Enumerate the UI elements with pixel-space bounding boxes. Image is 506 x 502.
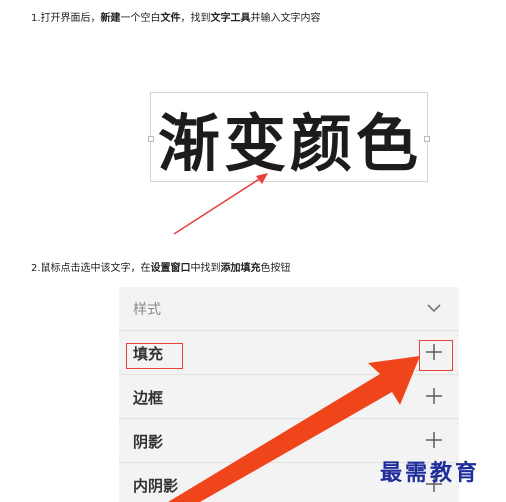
- arrow-to-text: [173, 173, 268, 235]
- annotation-arrows: [168, 173, 420, 502]
- watermark: 最需教育: [380, 460, 481, 486]
